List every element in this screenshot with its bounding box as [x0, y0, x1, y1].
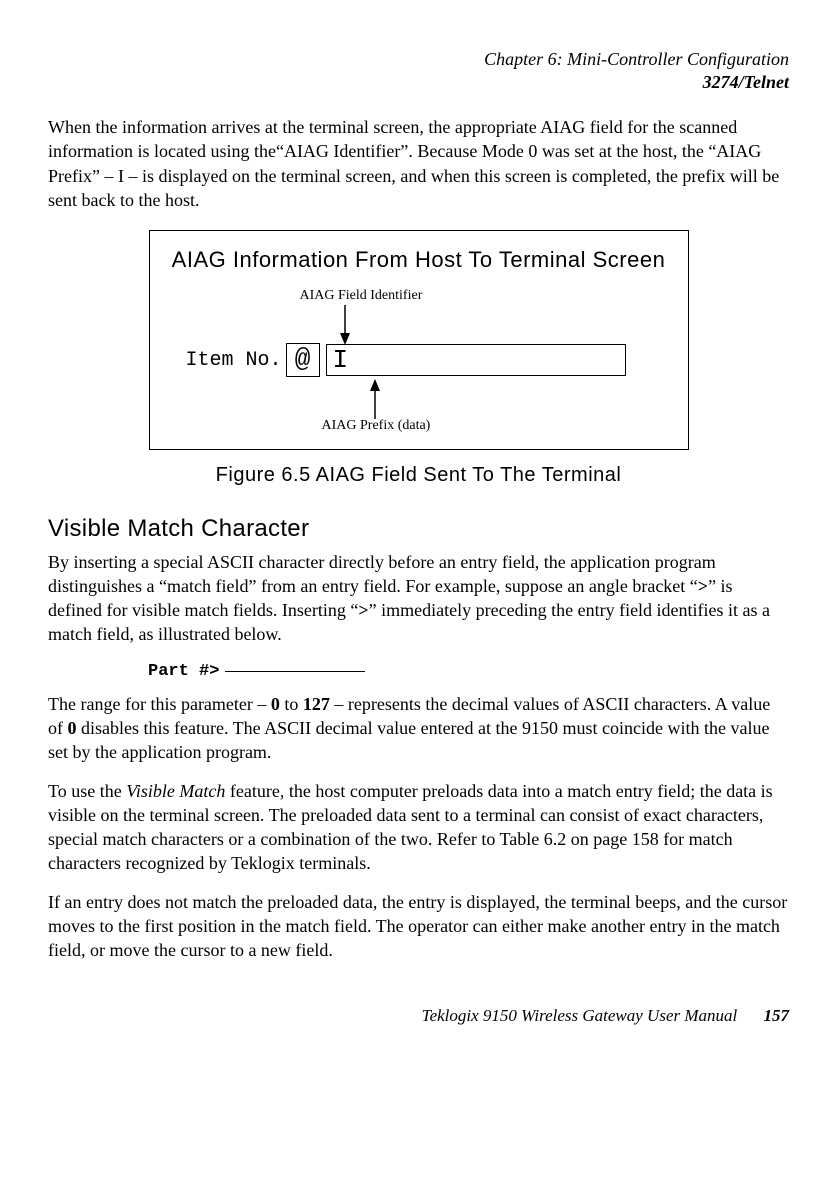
- example-label: Part #>: [148, 662, 219, 681]
- para3-text-g: disables this feature. The ASCII decimal…: [48, 718, 769, 762]
- para3-bold-b: 0: [271, 694, 280, 714]
- figure-title: AIAG Information From Host To Terminal S…: [160, 245, 678, 275]
- arrow-up-icon: [368, 379, 382, 419]
- para2-bold-b: >: [698, 576, 708, 596]
- para3-text-a: The range for this parameter –: [48, 694, 271, 714]
- example-line: Part #>: [148, 661, 789, 684]
- arrow-down-icon: [338, 305, 352, 345]
- aiag-identifier-box: @: [286, 343, 320, 377]
- para3-text-c: to: [280, 694, 303, 714]
- para2-bold-d: >: [358, 600, 368, 620]
- figure-caption: Figure 6.5 AIAG Field Sent To The Termin…: [48, 462, 789, 489]
- figure-bottom-label: AIAG Prefix (data): [322, 417, 431, 436]
- paragraph-2: By inserting a special ASCII character d…: [48, 550, 789, 647]
- para4-text-a: To use the: [48, 781, 126, 801]
- paragraph-3: The range for this parameter – 0 to 127 …: [48, 692, 789, 765]
- figure-box: AIAG Information From Host To Terminal S…: [149, 230, 689, 450]
- para2-text-a: By inserting a special ASCII character d…: [48, 552, 716, 596]
- paragraph-1: When the information arrives at the term…: [48, 115, 789, 212]
- figure-top-label: AIAG Field Identifier: [300, 287, 423, 306]
- para3-bold-f: 0: [68, 718, 77, 738]
- para3-bold-d: 127: [303, 694, 330, 714]
- manual-title: Teklogix 9150 Wireless Gateway User Manu…: [422, 1006, 738, 1025]
- figure-item-row: Item No. @ I: [186, 343, 626, 377]
- chapter-title: Chapter 6: Mini-Controller Configuration: [48, 48, 789, 71]
- footer: Teklogix 9150 Wireless Gateway User Manu…: [48, 1005, 789, 1028]
- page-number: 157: [764, 1006, 790, 1025]
- item-no-label: Item No.: [186, 347, 282, 374]
- para4-italic-b: Visible Match: [126, 781, 225, 801]
- example-blank: [225, 671, 365, 672]
- paragraph-4: To use the Visible Match feature, the ho…: [48, 779, 789, 876]
- aiag-prefix-box: I: [326, 344, 626, 376]
- chapter-section: 3274/Telnet: [48, 71, 789, 94]
- chapter-header: Chapter 6: Mini-Controller Configuration…: [48, 48, 789, 93]
- section-heading: Visible Match Character: [48, 513, 789, 545]
- paragraph-5: If an entry does not match the preloaded…: [48, 890, 789, 963]
